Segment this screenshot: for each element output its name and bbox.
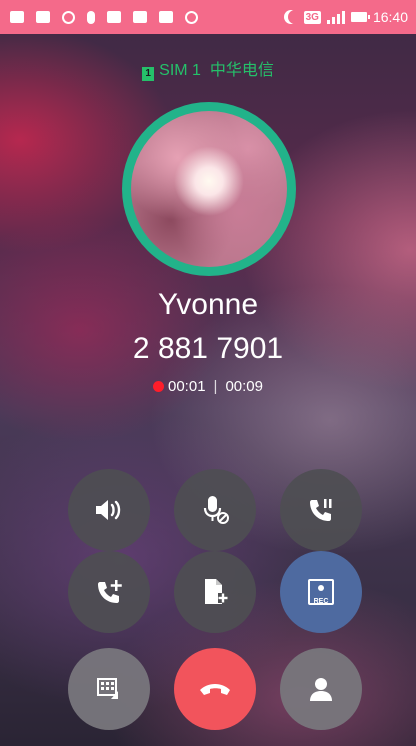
add-call-icon: [98, 580, 122, 603]
sim-carrier-label: 1 SIM 1 中华电信: [0, 56, 416, 81]
record-button[interactable]: REC: [280, 551, 362, 633]
add-note-button[interactable]: [174, 551, 256, 633]
carrier-name: 中华电信: [209, 62, 274, 79]
mic-icon: [87, 10, 95, 24]
signal-app-icon: [185, 10, 198, 24]
image-icon: [107, 11, 121, 23]
moon-icon: [288, 10, 302, 24]
call-duration: 00:09: [225, 378, 263, 395]
status-time: 16:40: [372, 9, 408, 25]
sim-label: SIM 1: [159, 62, 201, 79]
contact-icon: [310, 678, 332, 701]
sim-icon: 1: [142, 67, 155, 81]
contact-name: Yvonne: [157, 288, 259, 321]
end-call-button[interactable]: [174, 648, 256, 730]
signal-strength-icon: [326, 10, 345, 24]
keypad-icon: [97, 678, 118, 699]
mail-icon: [133, 11, 147, 23]
add-call-button[interactable]: [68, 551, 150, 633]
contact-photo: [131, 111, 287, 267]
keypad-button[interactable]: [68, 648, 150, 730]
hold-call-icon: [310, 499, 332, 521]
contact-button[interactable]: [280, 648, 362, 730]
mute-mic-icon: [203, 496, 229, 524]
mute-button[interactable]: [174, 469, 256, 551]
recording-time: 00:01: [168, 378, 206, 395]
battery-icon: [350, 12, 370, 22]
end-call-icon: [200, 684, 230, 695]
recording-dot-icon: [153, 381, 164, 392]
status-bar: 3G 16:40: [0, 0, 416, 34]
hold-button[interactable]: [280, 469, 362, 551]
network-badge: 3G: [303, 10, 321, 24]
phone-number: 2 881 7901: [132, 332, 284, 365]
timer-separator: |: [213, 378, 218, 395]
chat-icon: [10, 11, 24, 23]
shield-icon: [159, 11, 173, 23]
speaker-button[interactable]: [68, 469, 150, 551]
record-label: REC: [313, 598, 329, 605]
speaker-icon: [96, 500, 121, 520]
media-icon: [36, 11, 50, 23]
contact-avatar: [122, 102, 296, 276]
speed-icon: [62, 10, 75, 24]
call-timers: 00:01 | 00:09: [0, 378, 416, 395]
add-note-icon: [205, 579, 228, 604]
